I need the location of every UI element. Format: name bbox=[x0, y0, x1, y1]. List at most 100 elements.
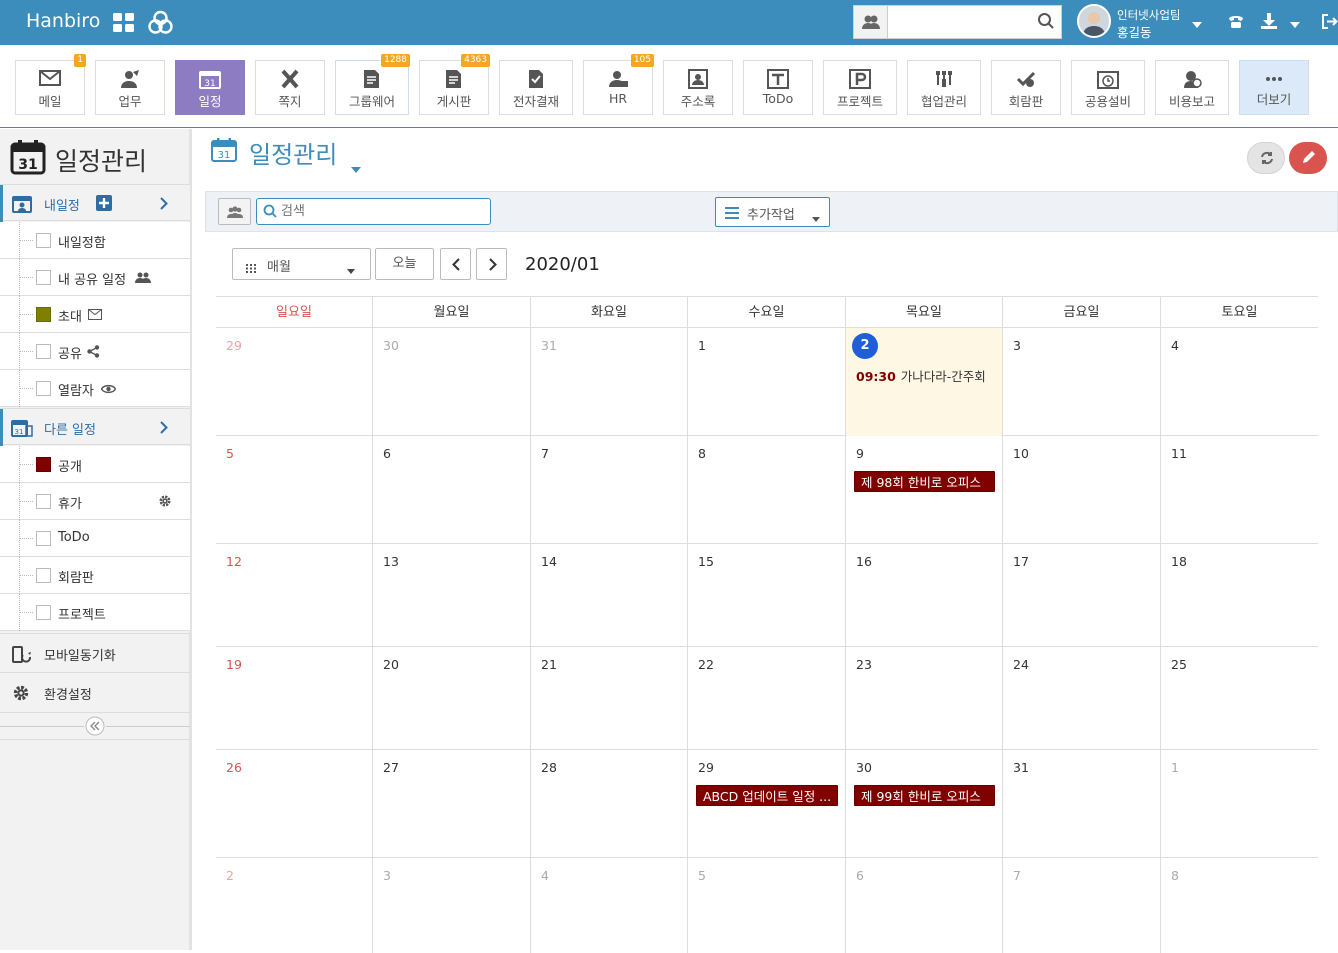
day-cell[interactable]: 2 09:30 가나다라-간주회 bbox=[846, 328, 1003, 436]
caret-down-icon[interactable] bbox=[1290, 17, 1300, 32]
day-cell[interactable]: 4 bbox=[1161, 328, 1318, 436]
prev-month-button[interactable] bbox=[440, 248, 471, 280]
day-cell[interactable]: 3 bbox=[373, 858, 531, 953]
day-cell[interactable]: 16 bbox=[846, 544, 1003, 647]
extra-action-dropdown[interactable]: 추가작업 bbox=[715, 197, 830, 227]
chevron-right-icon[interactable] bbox=[160, 197, 168, 214]
day-cell[interactable]: 24 bbox=[1003, 647, 1161, 750]
checkbox[interactable] bbox=[36, 531, 51, 546]
day-cell[interactable]: 14 bbox=[531, 544, 688, 647]
sidebar-item-invite[interactable]: 초대 bbox=[0, 296, 190, 333]
app-note[interactable]: 쪽지 bbox=[255, 60, 325, 115]
day-cell[interactable]: 11 bbox=[1161, 436, 1318, 544]
checkbox[interactable] bbox=[36, 494, 51, 509]
sidebar-item-circular[interactable]: 회람판 bbox=[0, 557, 190, 594]
create-event-button[interactable] bbox=[1289, 142, 1327, 174]
sidebar-item-viewer[interactable]: 열람자 bbox=[0, 370, 190, 407]
checkbox[interactable] bbox=[36, 233, 51, 248]
checkbox[interactable] bbox=[36, 344, 51, 359]
checkbox[interactable] bbox=[36, 457, 51, 472]
day-cell[interactable]: 20 bbox=[373, 647, 531, 750]
page-title[interactable]: 31 일정관리 bbox=[211, 137, 361, 173]
app-circular[interactable]: 회람판 bbox=[991, 60, 1061, 115]
chevron-right-icon[interactable] bbox=[160, 421, 168, 438]
day-cell[interactable]: 1 bbox=[688, 328, 846, 436]
day-cell[interactable]: 18 bbox=[1161, 544, 1318, 647]
app-collab[interactable]: 협업관리 bbox=[907, 60, 981, 115]
event-bar[interactable]: 제 98회 한비로 오피스 bbox=[854, 471, 995, 492]
app-more[interactable]: 더보기 bbox=[1239, 60, 1309, 115]
sidebar-item-vacation[interactable]: 휴가 bbox=[0, 483, 190, 520]
sidebar-mobile-sync[interactable]: 모바일동기화 bbox=[0, 633, 190, 673]
day-cell[interactable]: 30 제 99회 한비로 오피스 bbox=[846, 750, 1003, 858]
app-mail[interactable]: 1 메일 bbox=[15, 54, 86, 115]
day-cell[interactable]: 5 bbox=[688, 858, 846, 953]
sidebar-settings[interactable]: 환경설정 bbox=[0, 673, 190, 713]
day-cell[interactable]: 28 bbox=[531, 750, 688, 858]
brand-logo[interactable]: Hanbiro bbox=[26, 10, 100, 32]
app-task[interactable]: 업무 bbox=[95, 60, 165, 115]
app-todo[interactable]: ToDo bbox=[743, 60, 813, 115]
app-groupware[interactable]: 1288 그룹웨어 bbox=[335, 54, 410, 115]
calendar-search-input[interactable] bbox=[281, 202, 481, 221]
sidebar-item-public[interactable]: 공개 bbox=[0, 446, 190, 483]
day-cell[interactable]: 7 bbox=[1003, 858, 1161, 953]
user-menu[interactable]: 인터넷사업팀 홍길동 bbox=[1077, 2, 1197, 42]
checkbox[interactable] bbox=[36, 381, 51, 396]
today-button[interactable]: 오늘 bbox=[375, 248, 434, 280]
app-project[interactable]: 프로젝트 bbox=[823, 60, 897, 115]
day-cell[interactable]: 6 bbox=[373, 436, 531, 544]
day-cell[interactable]: 13 bbox=[373, 544, 531, 647]
search-icon[interactable] bbox=[1037, 12, 1055, 34]
day-cell[interactable]: 19 bbox=[216, 647, 373, 750]
day-cell[interactable]: 29 bbox=[216, 328, 373, 436]
sidebar-item-my-inbox[interactable]: 내일정함 bbox=[0, 222, 190, 259]
app-board[interactable]: 4363 게시판 bbox=[419, 54, 490, 115]
day-cell[interactable]: 2 bbox=[216, 858, 373, 953]
download-icon[interactable] bbox=[1260, 12, 1278, 34]
day-cell[interactable]: 10 bbox=[1003, 436, 1161, 544]
app-approval[interactable]: 전자결재 bbox=[499, 60, 573, 115]
caret-down-icon[interactable] bbox=[1192, 17, 1202, 32]
logout-icon[interactable] bbox=[1321, 13, 1338, 34]
grid-icon[interactable] bbox=[113, 13, 135, 37]
day-cell[interactable]: 29 ABCD 업데이트 일정 ... bbox=[688, 750, 846, 858]
sidebar-item-todo[interactable]: ToDo bbox=[0, 520, 190, 557]
app-hr[interactable]: 105 HR bbox=[583, 54, 654, 115]
app-expense[interactable]: 비용보고 bbox=[1155, 60, 1229, 115]
day-cell[interactable]: 17 bbox=[1003, 544, 1161, 647]
checkbox[interactable] bbox=[36, 568, 51, 583]
app-contacts[interactable]: 주소록 bbox=[663, 60, 733, 115]
day-cell[interactable]: 9 제 98회 한비로 오피스 bbox=[846, 436, 1003, 544]
view-select[interactable]: 매월 bbox=[232, 248, 371, 280]
day-cell[interactable]: 26 bbox=[216, 750, 373, 858]
refresh-button[interactable] bbox=[1247, 142, 1285, 174]
collapse-sidebar-icon[interactable] bbox=[85, 716, 105, 740]
sidebar-item-share[interactable]: 공유 bbox=[0, 333, 190, 370]
day-cell[interactable]: 1 bbox=[1161, 750, 1318, 858]
day-cell[interactable]: 12 bbox=[216, 544, 373, 647]
caret-down-icon[interactable] bbox=[351, 151, 361, 179]
day-cell[interactable]: 4 bbox=[531, 858, 688, 953]
event-bar[interactable]: ABCD 업데이트 일정 ... bbox=[696, 785, 838, 806]
sidebar-item-my-shared[interactable]: 내 공유 일정 bbox=[0, 259, 190, 296]
day-cell[interactable]: 3 bbox=[1003, 328, 1161, 436]
day-cell[interactable]: 8 bbox=[1161, 858, 1318, 953]
day-cell[interactable]: 25 bbox=[1161, 647, 1318, 750]
day-cell[interactable]: 5 bbox=[216, 436, 373, 544]
day-cell[interactable]: 30 bbox=[373, 328, 531, 436]
day-cell[interactable]: 27 bbox=[373, 750, 531, 858]
day-cell[interactable]: 6 bbox=[846, 858, 1003, 953]
app-calendar[interactable]: 31 일정 bbox=[175, 60, 245, 115]
global-search-input[interactable] bbox=[890, 9, 1030, 35]
day-cell[interactable]: 8 bbox=[688, 436, 846, 544]
checkbox[interactable] bbox=[36, 270, 51, 285]
people-icon[interactable] bbox=[854, 6, 888, 38]
sidebar-other-calendar[interactable]: 31 다른 일정 bbox=[0, 408, 190, 446]
day-cell[interactable]: 31 bbox=[1003, 750, 1161, 858]
day-cell[interactable]: 31 bbox=[531, 328, 688, 436]
phone-icon[interactable] bbox=[1227, 13, 1245, 35]
group-filter-button[interactable] bbox=[218, 198, 251, 225]
event-item[interactable]: 09:30 가나다라-간주회 bbox=[856, 366, 986, 385]
checkbox[interactable] bbox=[36, 605, 51, 620]
